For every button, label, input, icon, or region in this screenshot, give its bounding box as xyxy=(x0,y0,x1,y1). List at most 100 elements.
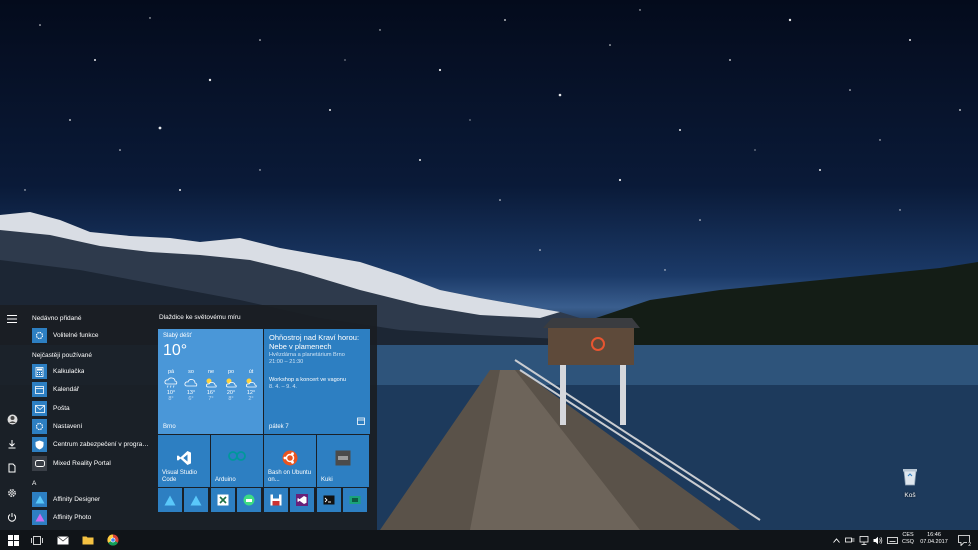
app-nastaveni[interactable]: Nastavení xyxy=(32,418,154,435)
start-menu: Nedávno přidané Volitelné funkce Nejčast… xyxy=(0,305,377,530)
user-account-button[interactable] xyxy=(2,409,22,429)
power-icon xyxy=(7,513,17,522)
gear-icon xyxy=(32,328,47,343)
kuki-icon xyxy=(317,450,369,466)
small-tile-android-studio[interactable] xyxy=(237,488,261,512)
taskbar-file-explorer[interactable] xyxy=(75,530,101,550)
small-tile-affinity-designer-2[interactable] xyxy=(184,488,208,512)
calendar-date: pátek 7 xyxy=(269,424,289,430)
tray-overflow-button[interactable] xyxy=(829,530,843,550)
tile-label: Visual Studio Code xyxy=(162,470,197,483)
app-label: Affinity Photo xyxy=(53,514,92,521)
forecast-low: 8° xyxy=(168,396,174,402)
documents-button[interactable] xyxy=(2,458,22,478)
recent-header: Nedávno přidané xyxy=(32,315,82,322)
chrome-icon xyxy=(107,534,119,546)
rain-cloud-icon xyxy=(161,376,181,389)
hamburger-menu-button[interactable] xyxy=(2,309,22,329)
calendar-icon xyxy=(32,382,47,397)
weather-tile[interactable]: Slabý déšť 10° pá 10° 8° so 13° 6° ne 16… xyxy=(158,329,263,434)
forecast-low: 2° xyxy=(248,396,254,402)
action-center-button[interactable]: 2 xyxy=(954,530,974,550)
app-label: Affinity Designer xyxy=(53,496,101,503)
ubuntu-icon xyxy=(264,450,316,466)
stars xyxy=(24,9,961,271)
forecast-day-name: so xyxy=(188,369,194,375)
user-avatar-icon xyxy=(7,414,17,424)
app-label: Pošta xyxy=(53,405,70,412)
app-volitelne-funkce[interactable]: Volitelné funkce xyxy=(32,327,154,344)
tiles-group-header[interactable]: Dlaždice ke světovému míru xyxy=(159,314,241,321)
tile-kuki[interactable]: Kuki xyxy=(317,435,369,487)
task-view-button[interactable] xyxy=(24,530,50,550)
calendar-icon xyxy=(357,412,365,430)
tile-bash-on-ubuntu[interactable]: Bash on Ubuntu on... xyxy=(264,435,316,487)
excel-icon xyxy=(217,494,229,506)
tray-volume-button[interactable] xyxy=(871,530,885,550)
tile-label: Kuki xyxy=(321,477,333,483)
calendar-second-event: Workshop a koncert ve vagonu 8. 4. – 9. … xyxy=(269,377,369,391)
app-affinity-photo[interactable]: Affinity Photo xyxy=(32,509,154,526)
tray-keyboard-button[interactable] xyxy=(885,530,899,550)
recycle-bin-icon xyxy=(903,469,917,486)
start-button[interactable] xyxy=(0,530,26,550)
downloads-button[interactable] xyxy=(2,434,22,454)
app-mixed-reality-portal[interactable]: Mixed Reality Portal xyxy=(32,455,154,472)
forecast-day: pá 10° 8° xyxy=(161,369,181,402)
taskbar-chrome[interactable] xyxy=(100,530,126,550)
forecast-low: 6° xyxy=(188,396,194,402)
app-affinity-designer[interactable]: Affinity Designer xyxy=(32,491,154,508)
forecast-day: po 20° 8° xyxy=(221,369,241,402)
gear-icon xyxy=(8,489,16,497)
app-centrum-zabezpeceni[interactable]: Centrum zabezpečení v programu... xyxy=(32,436,154,453)
clock[interactable]: 16:46 07.04.2017 xyxy=(915,532,953,546)
tile-visual-studio-code[interactable]: Visual Studio Code xyxy=(158,435,210,487)
small-tile-floppy[interactable] xyxy=(264,488,288,512)
small-tile-affinity-designer[interactable] xyxy=(158,488,182,512)
app-label: Mixed Reality Portal xyxy=(53,460,111,467)
app-kalkulacka[interactable]: Kalkulačka xyxy=(32,363,154,380)
small-tile-visual-studio[interactable] xyxy=(290,488,314,512)
app-label: Centrum zabezpečení v programu... xyxy=(53,441,154,448)
affinity-designer-icon xyxy=(164,495,176,505)
tray-network-button[interactable] xyxy=(857,530,871,550)
settings-rail-button[interactable] xyxy=(2,483,22,503)
app-label: Volitelné funkce xyxy=(53,332,99,339)
small-tile-terminal[interactable] xyxy=(317,488,341,512)
hamburger-icon xyxy=(7,315,17,323)
calculator-icon xyxy=(32,364,47,379)
weather-condition: Slabý déšť xyxy=(163,333,192,339)
forecast-day: út 12° 2° xyxy=(241,369,261,402)
app-kalendar[interactable]: Kalendář xyxy=(32,381,154,398)
partly-sunny-icon xyxy=(221,376,241,389)
app-label: Nastavení xyxy=(53,423,83,430)
vscode-icon xyxy=(158,450,210,466)
most-used-header: Nejčastěji používané xyxy=(32,352,92,359)
affinity-designer-icon xyxy=(32,492,47,507)
calendar-event-location: Hvězdárna a planetárium Brno 21:00 – 21:… xyxy=(269,352,369,366)
tile-arduino[interactable]: Arduino xyxy=(211,435,263,487)
recycle-bin-label: Koš xyxy=(904,492,916,499)
small-tile-excel[interactable] xyxy=(211,488,235,512)
app-label: Kalendář xyxy=(53,386,80,393)
android-studio-icon xyxy=(243,494,255,506)
weather-temperature: 10° xyxy=(163,342,188,359)
power-button[interactable] xyxy=(2,507,22,527)
recycle-bin[interactable]: Koš xyxy=(893,466,927,499)
alpha-header-a[interactable]: A xyxy=(32,480,36,487)
calendar-tile[interactable]: Ohňostroj nad Kraví horou: Nebe v plamen… xyxy=(264,329,370,434)
chevron-up-icon xyxy=(832,537,840,543)
download-icon xyxy=(8,440,16,449)
floppy-icon xyxy=(270,494,282,506)
network-icon xyxy=(859,535,869,545)
clock-date: 07.04.2017 xyxy=(920,539,948,545)
tray-power-button[interactable] xyxy=(843,530,857,550)
small-tile-teal-app[interactable] xyxy=(343,488,367,512)
speaker-icon xyxy=(873,536,883,544)
mail-icon xyxy=(57,535,69,544)
forecast-day-name: pá xyxy=(167,369,175,375)
forecast-day: ne 16° 7° xyxy=(201,369,221,402)
app-posta[interactable]: Pošta xyxy=(32,400,154,417)
power-plug-icon xyxy=(845,537,855,543)
taskbar-mail[interactable] xyxy=(50,530,76,550)
